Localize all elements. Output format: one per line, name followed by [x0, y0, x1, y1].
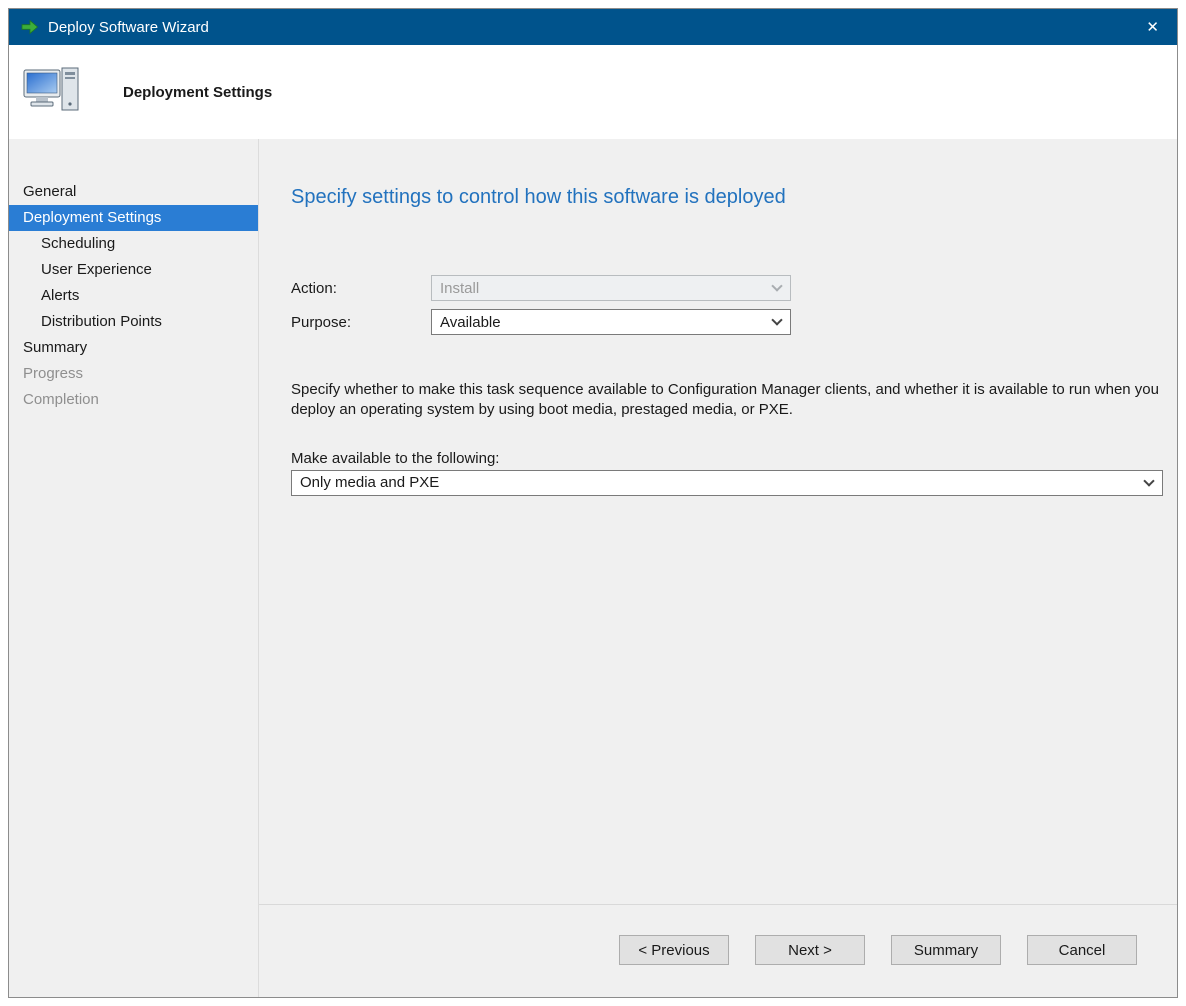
titlebar: Deploy Software Wizard ✕: [9, 9, 1177, 45]
computer-icon: [23, 66, 81, 118]
purpose-label: Purpose:: [291, 314, 431, 331]
deploy-software-wizard-window: Deploy Software Wizard ✕: [8, 8, 1178, 998]
sidebar-item-deployment-settings[interactable]: Deployment Settings: [9, 205, 258, 231]
close-icon[interactable]: ✕: [1140, 16, 1165, 39]
cancel-button[interactable]: Cancel: [1027, 935, 1137, 965]
purpose-dropdown[interactable]: Available: [431, 309, 791, 335]
wizard-footer: < Previous Next > Summary Cancel: [259, 904, 1177, 997]
action-dropdown: Install: [431, 275, 791, 301]
wizard-body: General Deployment Settings Scheduling U…: [9, 139, 1177, 997]
green-arrow-icon: [21, 18, 39, 36]
description-text: Specify whether to make this task sequen…: [291, 380, 1163, 420]
wizard-steps-sidebar: General Deployment Settings Scheduling U…: [9, 139, 259, 997]
summary-button[interactable]: Summary: [891, 935, 1001, 965]
chevron-down-icon: [771, 280, 782, 291]
chevron-down-icon: [1143, 475, 1154, 486]
sidebar-item-general[interactable]: General: [9, 179, 258, 205]
purpose-value: Available: [440, 314, 501, 331]
wizard-header: Deployment Settings: [9, 45, 1177, 139]
make-available-dropdown[interactable]: Only media and PXE: [291, 470, 1163, 496]
action-label: Action:: [291, 280, 431, 297]
sidebar-item-progress: Progress: [9, 361, 258, 387]
page-title: Deployment Settings: [123, 84, 272, 101]
make-available-label: Make available to the following:: [291, 450, 1163, 467]
chevron-down-icon: [771, 314, 782, 325]
wizard-content: Specify settings to control how this sof…: [259, 139, 1177, 997]
sidebar-item-distribution-points[interactable]: Distribution Points: [9, 309, 258, 335]
sidebar-item-completion: Completion: [9, 387, 258, 413]
action-row: Action: Install: [291, 275, 1163, 301]
sidebar-item-summary[interactable]: Summary: [9, 335, 258, 361]
sidebar-item-user-experience[interactable]: User Experience: [9, 257, 258, 283]
deployment-settings-panel: Specify settings to control how this sof…: [259, 139, 1177, 904]
window-title: Deploy Software Wizard: [48, 19, 1140, 36]
action-value: Install: [440, 280, 479, 297]
next-button[interactable]: Next >: [755, 935, 865, 965]
make-available-value: Only media and PXE: [300, 474, 439, 491]
previous-button[interactable]: < Previous: [619, 935, 729, 965]
sidebar-item-alerts[interactable]: Alerts: [9, 283, 258, 309]
content-heading: Specify settings to control how this sof…: [291, 186, 1163, 209]
purpose-row: Purpose: Available: [291, 309, 1163, 335]
sidebar-item-scheduling[interactable]: Scheduling: [9, 231, 258, 257]
